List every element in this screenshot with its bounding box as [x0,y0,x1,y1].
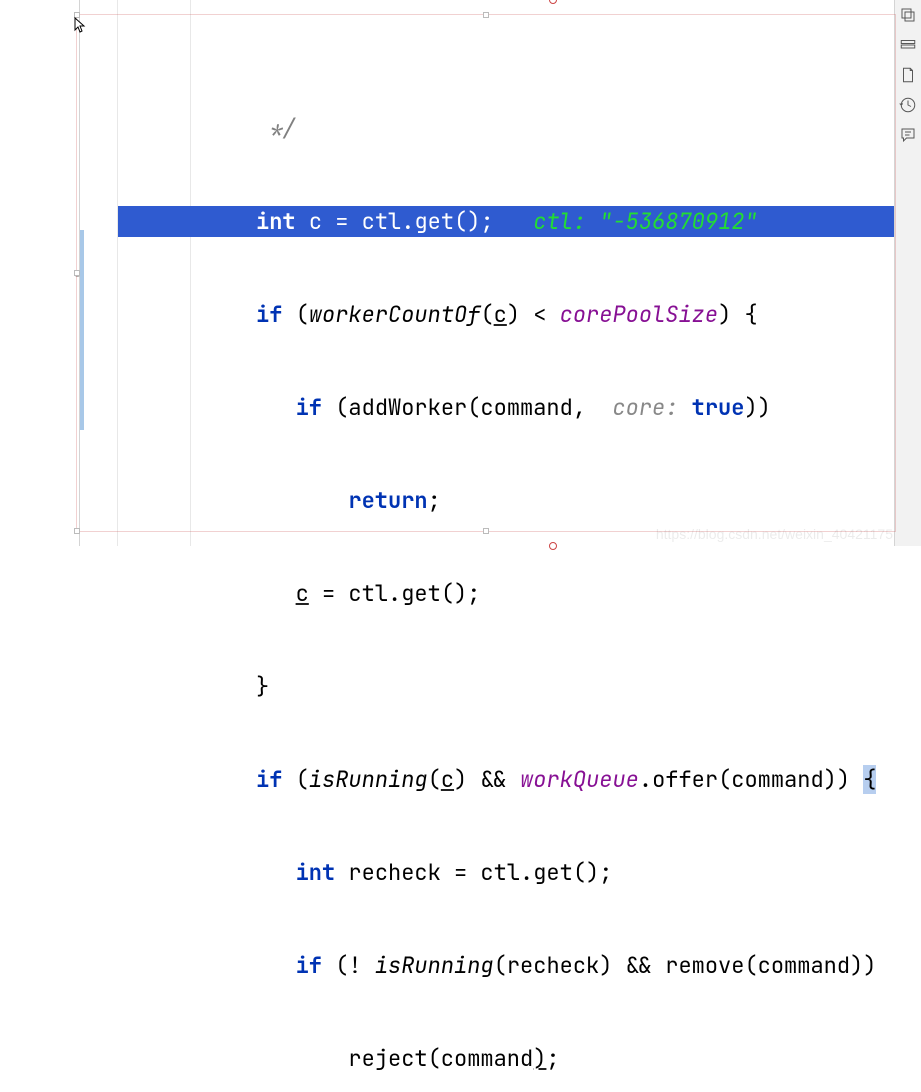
comment-icon[interactable] [897,122,919,148]
indent-guide [190,0,191,546]
code-line: if (! isRunning(recheck) && remove(comma… [118,950,903,981]
history-icon[interactable] [897,92,919,118]
editor[interactable]: */ int c = ctl.get(); ctl: "-536870912" … [0,0,894,546]
matching-brace: { [863,765,876,794]
change-marker [80,230,84,430]
code-line: } [118,671,903,702]
layers-icon[interactable] [897,32,919,58]
inline-hint: core: [612,393,678,422]
code-line: if (isRunning(c) && workQueue.offer(comm… [118,764,903,795]
comment-end: */ [269,114,295,143]
code-line: reject(command); [118,1043,903,1074]
inline-hint-value: ctl: "-536870912" [533,207,757,236]
right-toolbar [894,0,921,546]
resize-handle-bottom[interactable] [549,542,557,550]
stack-icon[interactable] [897,2,919,28]
code-line: c = ctl.get(); [118,578,903,609]
mouse-cursor-icon [74,17,86,33]
gutter-line-numbers[interactable] [80,0,118,546]
code-line: */ [118,113,903,144]
code-line: if (addWorker(command, core: true)) [118,392,903,423]
gutter-breakpoints[interactable] [0,0,80,546]
code-line-selected: int c = ctl.get(); ctl: "-536870912" [118,206,903,237]
code-line: return; [118,485,903,516]
code-area[interactable]: */ int c = ctl.get(); ctl: "-536870912" … [118,0,903,546]
code-line: if (workerCountOf(c) < corePoolSize) { [118,299,903,330]
page-icon[interactable] [897,62,919,88]
code-line: int recheck = ctl.get(); [118,857,903,888]
